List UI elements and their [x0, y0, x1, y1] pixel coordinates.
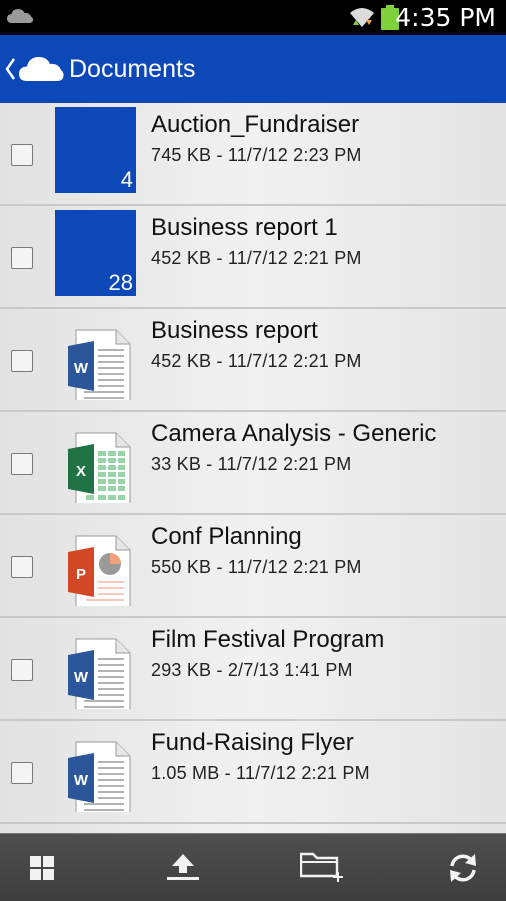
word-document-icon: W — [68, 638, 131, 709]
page-title: Documents — [69, 55, 196, 83]
file-name: Film Festival Program — [151, 626, 385, 653]
file-name: Camera Analysis - Generic — [151, 420, 437, 447]
select-checkbox[interactable] — [11, 453, 33, 475]
file-meta: 33 KB - 11/7/12 2:21 PM — [151, 454, 352, 474]
select-checkbox[interactable] — [11, 762, 33, 784]
file-list[interactable]: 4 Auction_Fundraiser 745 KB - 11/7/12 2:… — [0, 103, 506, 833]
select-checkbox[interactable] — [11, 556, 33, 578]
upload-icon — [167, 854, 199, 880]
new-folder-icon — [300, 852, 343, 882]
excel-badge: X — [76, 463, 86, 480]
file-name: Conf Planning — [151, 523, 302, 550]
select-checkbox[interactable] — [11, 350, 33, 372]
back-caret-icon[interactable] — [4, 57, 16, 81]
list-item[interactable]: 4 Auction_Fundraiser 745 KB - 11/7/12 2:… — [0, 103, 506, 206]
new-folder-button[interactable] — [284, 834, 364, 901]
file-meta: 1.05 MB - 11/7/12 2:21 PM — [151, 763, 370, 783]
folder-thumbnail: 28 — [54, 209, 138, 297]
list-item-partial[interactable] — [0, 824, 506, 833]
list-item[interactable]: W Business report 452 KB - 11/7/12 2:21 … — [0, 309, 506, 412]
list-item[interactable]: 28 Business report 1 452 KB - 11/7/12 2:… — [0, 206, 506, 309]
bottom-action-bar — [0, 833, 506, 901]
list-item[interactable]: X Camera Analysis - Generic 33 KB - 11/7… — [0, 412, 506, 515]
folder-thumbnail: 4 — [54, 106, 138, 194]
status-time: 4:35 PM — [395, 3, 496, 32]
file-meta: 293 KB - 2/7/13 1:41 PM — [151, 660, 353, 680]
file-meta: 452 KB - 11/7/12 2:21 PM — [151, 248, 362, 268]
list-item[interactable]: W Fund-Raising Flyer 1.05 MB - 11/7/12 2… — [0, 721, 506, 824]
select-checkbox[interactable] — [11, 247, 33, 269]
word-document-icon: W — [68, 741, 131, 812]
folder-tile: 4 — [55, 107, 136, 193]
status-bar: 4:35 PM — [0, 0, 506, 35]
file-name: Fund-Raising Flyer — [151, 729, 354, 756]
word-badge: W — [74, 360, 89, 377]
list-item[interactable]: W Film Festival Program 293 KB - 2/7/13 … — [0, 618, 506, 721]
file-name: Business report 1 — [151, 214, 338, 241]
file-name: Auction_Fundraiser — [151, 111, 360, 138]
excel-document-icon: X — [68, 432, 131, 503]
grid-view-icon — [30, 856, 54, 880]
refresh-button[interactable] — [426, 834, 506, 901]
folder-tile: 28 — [55, 210, 136, 296]
powerpoint-document-icon: P — [68, 535, 131, 606]
refresh-icon — [450, 854, 476, 882]
onedrive-cloud-icon — [7, 9, 34, 23]
wifi-icon — [350, 8, 374, 27]
folder-item-count: 28 — [108, 270, 133, 295]
word-badge: W — [74, 669, 89, 686]
file-meta: 745 KB - 11/7/12 2:23 PM — [151, 145, 362, 165]
file-meta: 550 KB - 11/7/12 2:21 PM — [151, 557, 362, 577]
word-document-icon: W — [68, 329, 131, 400]
word-badge: W — [74, 772, 89, 789]
folder-item-count: 4 — [120, 167, 133, 192]
file-meta: 452 KB - 11/7/12 2:21 PM — [151, 351, 362, 371]
onedrive-logo-icon — [19, 57, 64, 81]
upload-button[interactable] — [142, 834, 222, 901]
grid-view-button[interactable] — [0, 834, 80, 901]
select-checkbox[interactable] — [11, 144, 33, 166]
powerpoint-badge: P — [76, 566, 86, 583]
list-item[interactable]: P Conf Planning 550 KB - 11/7/12 2:21 PM — [0, 515, 506, 618]
file-name: Business report — [151, 317, 318, 344]
select-checkbox[interactable] — [11, 659, 33, 681]
app-bar[interactable]: Documents — [0, 35, 506, 103]
